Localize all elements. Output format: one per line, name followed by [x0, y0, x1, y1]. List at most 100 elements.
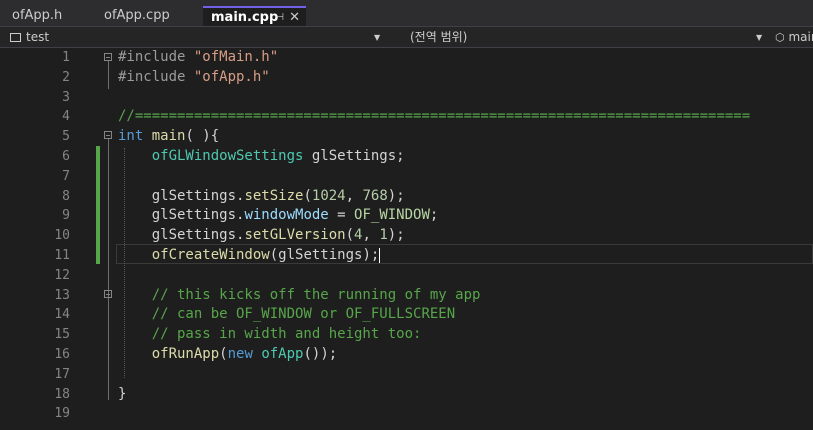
close-icon[interactable]: ✕	[289, 8, 300, 28]
line-number: 15	[54, 327, 70, 343]
line-number: 13	[54, 287, 70, 303]
line-number: 4	[62, 109, 70, 125]
line-number: 8	[62, 188, 70, 204]
tab-label: ofApp.cpp	[104, 8, 170, 23]
indent-guide	[124, 148, 125, 378]
text-cursor	[379, 247, 381, 263]
code-token: =	[328, 207, 355, 224]
code-token: 1	[379, 227, 388, 244]
code-token: ,	[362, 227, 380, 244]
scope-dropdown[interactable]: (전역 범위) ▼	[410, 29, 767, 45]
code-line[interactable]: // can be OF_WINDOW or OF_FULLSCREEN	[118, 306, 455, 322]
fold-toggle-icon[interactable]	[104, 53, 112, 61]
project-icon	[10, 33, 21, 42]
code-token: ());	[303, 346, 338, 362]
fold-toggle-icon[interactable]	[104, 131, 112, 139]
code-token: //======================================…	[118, 108, 751, 125]
code-line[interactable]: #include "ofApp.h"	[118, 69, 270, 85]
fold-line	[108, 139, 109, 400]
member-dropdown[interactable]: ⬡ main	[775, 29, 813, 45]
code-token: (	[219, 346, 228, 362]
code-token: ofApp	[261, 346, 304, 362]
tab-main-cpp[interactable]: main.cpp ⊣ ✕	[203, 6, 306, 26]
line-number: 12	[54, 267, 70, 283]
code-token: // can be OF_WINDOW or OF_FULLSCREEN	[151, 306, 456, 323]
fold-toggle-icon[interactable]	[104, 290, 112, 298]
code-token: setSize	[244, 187, 304, 204]
line-number: 1	[62, 50, 70, 65]
code-token: #include	[118, 49, 194, 65]
line-number: 14	[54, 307, 70, 323]
code-line[interactable]: }	[118, 386, 126, 402]
code-token: "ofApp.h"	[193, 68, 270, 85]
line-number: 18	[54, 386, 70, 402]
code-token: // pass in width and height too:	[151, 326, 422, 343]
code-token: // this kicks off the running of my app	[151, 286, 481, 303]
chevron-down-icon: ▼	[374, 33, 381, 42]
chevron-down-icon: ▼	[756, 33, 763, 42]
cube-icon: ⬡	[775, 31, 785, 44]
navigation-bar: test ▼ (전역 범위) ▼ ⬡ main	[0, 26, 813, 48]
code-token: glSettings.	[118, 207, 245, 224]
code-line[interactable]: glSettings.setSize(1024, 768);	[118, 188, 405, 204]
tab-label: main.cpp	[211, 10, 279, 25]
tab-ofapp-cpp[interactable]: ofApp.cpp	[92, 5, 202, 26]
line-number: 11	[54, 248, 70, 263]
code-line[interactable]: ofGLWindowSettings glSettings;	[118, 148, 405, 164]
code-token: ,	[345, 187, 363, 204]
code-token: OF_WINDOW	[354, 207, 430, 224]
tab-ofapp-h[interactable]: ofApp.h	[0, 5, 100, 26]
code-token: new	[227, 346, 262, 362]
code-line[interactable]: // pass in width and height too:	[118, 326, 422, 343]
code-token: windowMode	[244, 207, 329, 224]
code-token: main	[151, 128, 186, 145]
line-number: 5	[62, 129, 70, 145]
code-line[interactable]: glSettings.windowMode = OF_WINDOW;	[118, 207, 439, 224]
line-number: 16	[54, 347, 70, 362]
code-token: );	[387, 187, 405, 204]
code-line[interactable]: //======================================…	[118, 108, 750, 124]
code-token: ofCreateWindow	[151, 247, 270, 263]
code-line[interactable]: int main( ){	[118, 128, 219, 144]
code-line[interactable]: ofRunApp(new ofApp());	[118, 346, 337, 362]
code-token: setGLVersion	[244, 227, 346, 244]
code-line[interactable]: glSettings.setGLVersion(4, 1);	[118, 227, 405, 243]
project-dropdown[interactable]: test ▼	[10, 29, 388, 45]
code-token: ( ){	[185, 128, 220, 145]
member-label: main	[788, 30, 813, 44]
line-number: 17	[54, 366, 70, 382]
code-token: 768	[362, 187, 388, 204]
pin-icon[interactable]: ⊣	[275, 8, 284, 28]
line-number: 9	[62, 208, 70, 224]
code-token: (glSettings);	[269, 247, 380, 263]
code-token: (	[345, 227, 355, 244]
code-token: glSettings.	[118, 187, 245, 204]
change-marker	[96, 146, 100, 264]
code-token: ofGLWindowSettings	[151, 148, 304, 164]
code-token: 1024	[311, 187, 346, 204]
code-token: (	[303, 187, 312, 204]
code-line[interactable]: ofCreateWindow(glSettings);	[118, 247, 381, 263]
code-token: #include	[118, 68, 194, 85]
code-line[interactable]: #include "ofMain.h"	[118, 49, 278, 65]
code-editor[interactable]: 1 #include "ofMain.h" 2 #include "ofApp.h" 3…	[0, 48, 813, 430]
scope-label: (전역 범위)	[410, 30, 468, 44]
code-token: }	[118, 385, 127, 402]
code-token: int	[118, 128, 152, 145]
line-number: 6	[62, 149, 70, 164]
code-token: glSettings.	[118, 227, 245, 244]
tab-bar: ofApp.h ofApp.cpp main.cpp ⊣ ✕	[0, 0, 813, 26]
code-token: glSettings;	[303, 148, 405, 164]
line-number: 3	[62, 89, 70, 105]
tab-label: ofApp.h	[12, 8, 63, 23]
line-number: 10	[54, 228, 70, 244]
code-line[interactable]: // this kicks off the running of my app	[118, 286, 481, 303]
code-token: "ofMain.h"	[193, 49, 279, 65]
line-number: 19	[54, 406, 70, 422]
